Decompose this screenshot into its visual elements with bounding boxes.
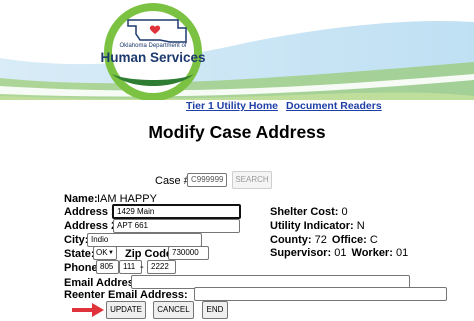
state-select-value: OK (96, 248, 108, 257)
update-button[interactable]: UPDATE (106, 301, 146, 319)
end-button[interactable]: END (202, 301, 228, 319)
address1-field[interactable]: 1429 Main (112, 204, 241, 219)
supervisor-worker: Supervisor: 01 Worker: 01 (270, 247, 409, 259)
case-number-field[interactable]: C999999 (187, 173, 227, 187)
reenter-email-label: Reenter Email Address: (64, 289, 188, 301)
phone-line-field[interactable]: 2222 (147, 260, 176, 274)
city-label: City: (64, 234, 89, 246)
state-label: State: (64, 248, 95, 260)
header-banner (0, 3, 474, 100)
name-label: Name: (64, 193, 98, 205)
utility-indicator: Utility Indicator: N (270, 220, 365, 232)
state-select[interactable]: OK ▼ (93, 246, 117, 260)
arrow-right-icon (72, 303, 104, 317)
chevron-down-icon: ▼ (108, 250, 114, 256)
zip-field[interactable]: 730000 (168, 246, 209, 260)
logo-org-text: Oklahoma Department of (119, 43, 187, 49)
phone-prefix-field[interactable]: 111 (119, 260, 142, 274)
nav-links: Tier 1 Utility Home Document Readers (186, 100, 382, 112)
document-readers-link[interactable]: Document Readers (286, 100, 382, 112)
search-button[interactable]: SEARCH (232, 171, 272, 189)
city-field[interactable]: Indio (87, 233, 202, 247)
logo-name: Human Services (100, 50, 206, 65)
cancel-button[interactable]: CANCEL (153, 301, 194, 319)
address2-field[interactable]: APT 661 (113, 219, 240, 233)
tier1-link[interactable]: Tier 1 Utility Home (186, 100, 278, 112)
phone-separator: - (140, 261, 144, 273)
reenter-email-field[interactable] (194, 287, 447, 301)
shelter-cost: Shelter Cost: 0 (270, 206, 348, 218)
page-title: Modify Case Address (148, 122, 326, 142)
phone-area-field[interactable]: 805 (96, 260, 119, 274)
county-office: County: 72 Office: C (270, 234, 378, 246)
